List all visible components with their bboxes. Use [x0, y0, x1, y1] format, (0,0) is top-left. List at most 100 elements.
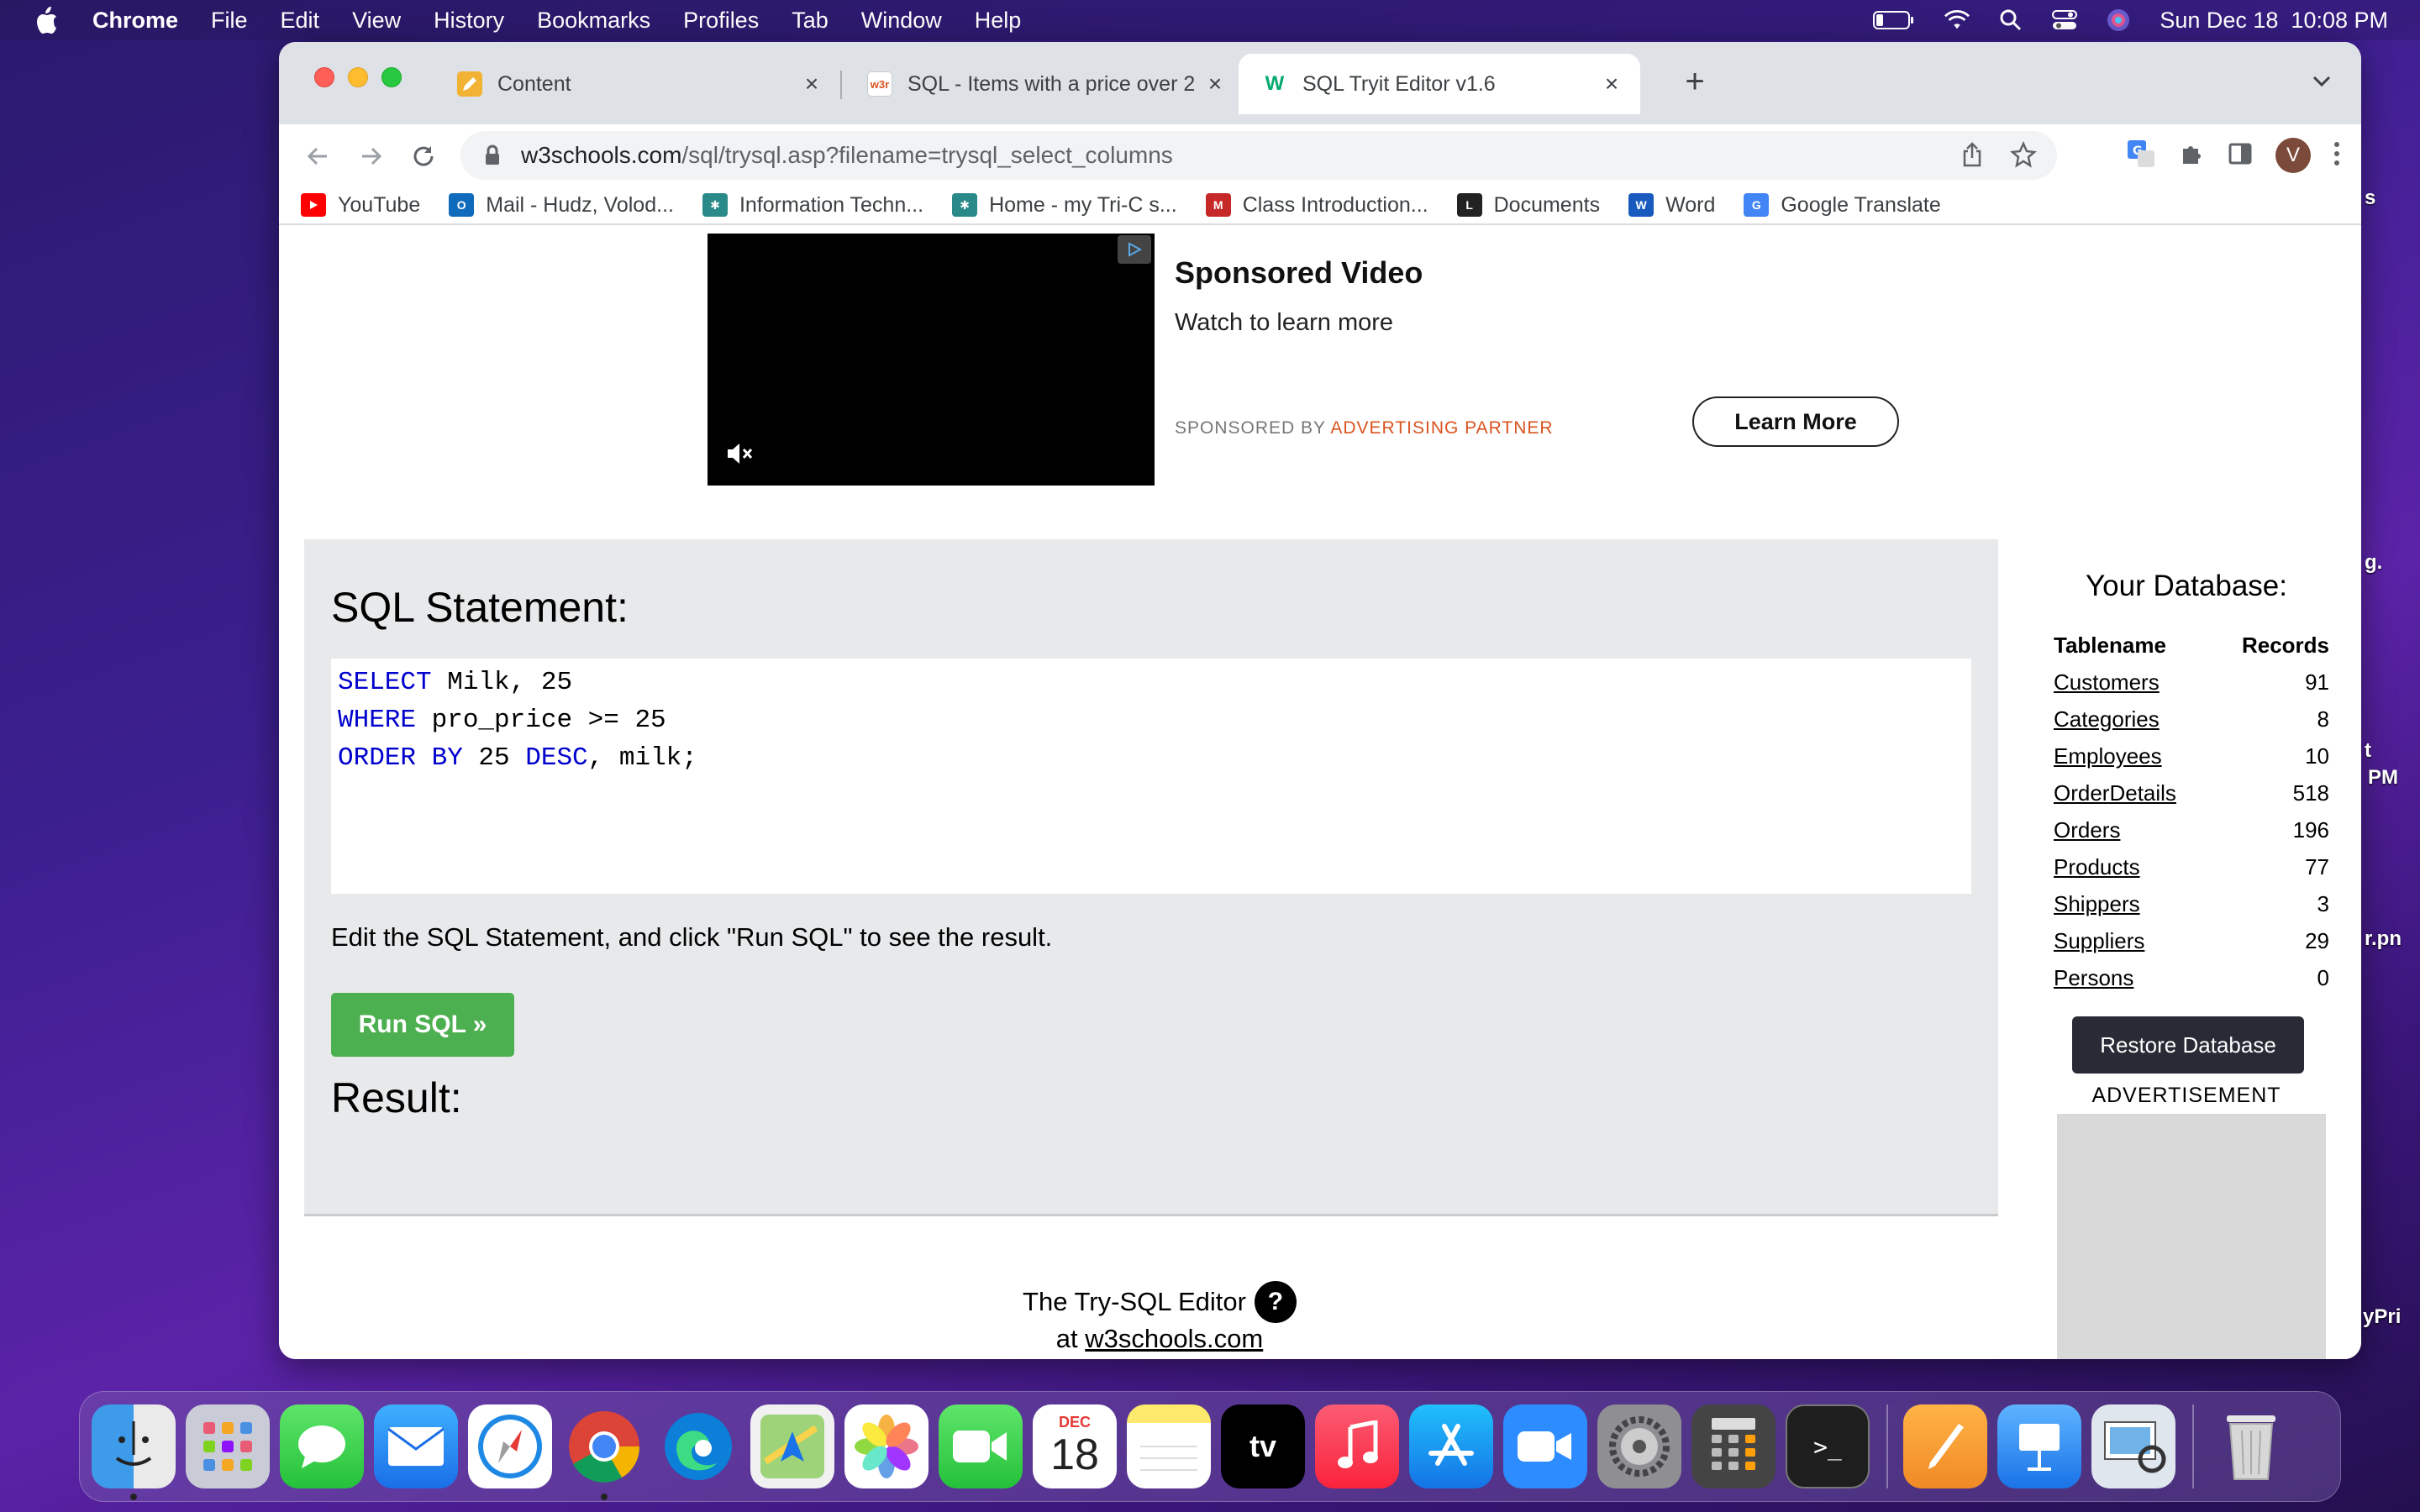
restore-database-button[interactable]: Restore Database — [2072, 1016, 2304, 1074]
ad-video-player[interactable] — [708, 234, 1155, 486]
menu-view[interactable]: View — [352, 8, 401, 34]
menu-window[interactable]: Window — [861, 8, 942, 34]
sql-code-editor[interactable]: SELECT Milk, 25 WHERE pro_price >= 25 OR… — [331, 659, 1971, 894]
bookmark-documents[interactable]: L Documents — [1456, 193, 1600, 218]
address-bar[interactable]: w3schools.com/sql/trysql.asp?filename=tr… — [460, 131, 2057, 180]
table-link-suppliers[interactable]: Suppliers — [2054, 928, 2144, 954]
bookmark-google-translate[interactable]: G Google Translate — [1744, 193, 1941, 218]
bookmark-home-tri-c[interactable]: ✱ Home - my Tri-C s... — [952, 193, 1177, 218]
side-panel-icon[interactable] — [2227, 140, 2254, 171]
mail-icon[interactable] — [374, 1404, 458, 1488]
help-question-icon[interactable]: ? — [1254, 1281, 1297, 1323]
siri-icon[interactable] — [2106, 8, 2131, 33]
desktop-file-label[interactable]: PM — [2368, 766, 2398, 790]
table-link-orderdetails[interactable]: OrderDetails — [2054, 780, 2176, 806]
bookmark-mail[interactable]: O Mail - Hudz, Volod... — [449, 193, 674, 218]
preview-icon[interactable] — [2091, 1404, 2175, 1488]
maps-icon[interactable] — [750, 1404, 834, 1488]
google-translate-extension-icon[interactable]: G — [2126, 139, 2156, 173]
reload-icon[interactable] — [407, 139, 440, 173]
menu-app-name[interactable]: Chrome — [92, 8, 178, 34]
learn-more-button[interactable]: Learn More — [1692, 396, 1899, 447]
tab-sql-tryit-editor[interactable]: W SQL Tryit Editor v1.6 × — [1239, 54, 1640, 114]
spotlight-search-icon[interactable] — [1998, 8, 2023, 33]
extensions-puzzle-icon[interactable] — [2178, 140, 2205, 171]
menu-tab[interactable]: Tab — [792, 8, 829, 34]
apple-tv-icon[interactable]: tv — [1221, 1404, 1305, 1488]
desktop-file-label[interactable]: s — [2365, 186, 2375, 210]
table-link-customers[interactable]: Customers — [2054, 669, 2160, 696]
menu-file[interactable]: File — [211, 8, 248, 34]
battery-icon[interactable] — [1872, 8, 1916, 33]
tab-search-chevron-icon[interactable] — [2307, 67, 2336, 96]
menu-help[interactable]: Help — [975, 8, 1022, 34]
close-window-button[interactable] — [314, 67, 334, 87]
menu-history[interactable]: History — [434, 8, 504, 34]
tab-sql-items[interactable]: w3r SQL - Items with a price over 2 × — [844, 54, 1244, 114]
w3schools-link[interactable]: w3schools.com — [1085, 1324, 1263, 1353]
edge-icon[interactable] — [656, 1404, 740, 1488]
table-link-persons[interactable]: Persons — [2054, 965, 2133, 991]
bookmark-word[interactable]: W Word — [1628, 193, 1715, 218]
back-arrow-icon[interactable] — [301, 139, 334, 173]
calendar-icon[interactable]: DEC 18 — [1033, 1404, 1117, 1488]
notes-icon[interactable] — [1127, 1404, 1211, 1488]
menu-bookmarks[interactable]: Bookmarks — [537, 8, 650, 34]
menu-profiles[interactable]: Profiles — [683, 8, 759, 34]
menu-edit[interactable]: Edit — [281, 8, 320, 34]
outlook-icon: O — [449, 193, 475, 217]
control-center-icon[interactable] — [2052, 8, 2078, 33]
zoom-window-button[interactable] — [381, 67, 402, 87]
adchoices-icon[interactable] — [1118, 235, 1151, 264]
chrome-menu-icon[interactable] — [2333, 140, 2341, 171]
table-link-orders[interactable]: Orders — [2054, 817, 2120, 843]
desktop-file-label[interactable]: r.pn — [2365, 927, 2402, 951]
desktop-file-label[interactable]: yPri — [2363, 1305, 2401, 1329]
trash-icon[interactable] — [2209, 1404, 2293, 1488]
apple-menu-icon[interactable] — [32, 5, 60, 35]
bookmark-class-introduction[interactable]: M Class Introduction... — [1205, 193, 1428, 218]
safari-icon[interactable] — [468, 1404, 552, 1488]
pages-icon[interactable] — [1903, 1404, 1987, 1488]
bookmark-information-technology[interactable]: ✱ Information Techn... — [702, 193, 923, 218]
menubar-clock[interactable]: Sun Dec 18 10:08 PM — [2160, 8, 2388, 34]
forward-arrow-icon[interactable] — [355, 139, 388, 173]
bookmark-youtube[interactable]: YouTube — [301, 193, 420, 218]
music-icon[interactable] — [1315, 1404, 1399, 1488]
messages-icon[interactable] — [280, 1404, 364, 1488]
run-sql-button[interactable]: Run SQL » — [331, 993, 514, 1057]
photos-icon[interactable] — [844, 1404, 929, 1488]
share-icon[interactable] — [1960, 141, 1985, 174]
profile-avatar[interactable]: V — [2275, 138, 2311, 173]
close-tab-icon[interactable]: × — [800, 71, 823, 97]
chrome-icon[interactable] — [562, 1404, 646, 1500]
bookmark-star-icon[interactable] — [2010, 140, 2037, 174]
lock-icon[interactable] — [482, 144, 502, 167]
snowflake-icon: ✱ — [952, 193, 978, 217]
close-tab-icon[interactable]: × — [1203, 71, 1227, 97]
table-link-products[interactable]: Products — [2054, 854, 2140, 880]
app-store-icon[interactable] — [1409, 1404, 1493, 1488]
zoom-icon[interactable] — [1503, 1404, 1587, 1488]
table-link-categories[interactable]: Categories — [2054, 706, 2160, 732]
keynote-icon[interactable] — [1997, 1404, 2081, 1488]
wifi-icon[interactable] — [1944, 8, 1970, 33]
system-settings-icon[interactable] — [1597, 1404, 1681, 1488]
calculator-icon[interactable] — [1691, 1404, 1776, 1488]
table-link-employees[interactable]: Employees — [2054, 743, 2162, 769]
desktop-file-label[interactable]: g. — [2365, 551, 2382, 575]
minimize-window-button[interactable] — [348, 67, 368, 87]
advertisement-box[interactable] — [2057, 1114, 2326, 1359]
mute-icon[interactable] — [723, 437, 756, 470]
finder-icon[interactable] — [92, 1404, 176, 1500]
launchpad-icon[interactable] — [186, 1404, 270, 1488]
close-tab-icon[interactable]: × — [1600, 71, 1623, 97]
facetime-icon[interactable] — [939, 1404, 1023, 1488]
table-link-shippers[interactable]: Shippers — [2054, 891, 2140, 917]
new-tab-button[interactable]: + — [1674, 60, 1716, 102]
terminal-icon[interactable]: >_ — [1786, 1404, 1870, 1488]
bookmark-label: Mail - Hudz, Volod... — [486, 192, 674, 217]
desktop-file-label[interactable]: t — [2365, 739, 2371, 763]
tab-content[interactable]: Content × — [434, 54, 840, 114]
ad-partner-link[interactable]: ADVERTISING PARTNER — [1330, 418, 1553, 438]
